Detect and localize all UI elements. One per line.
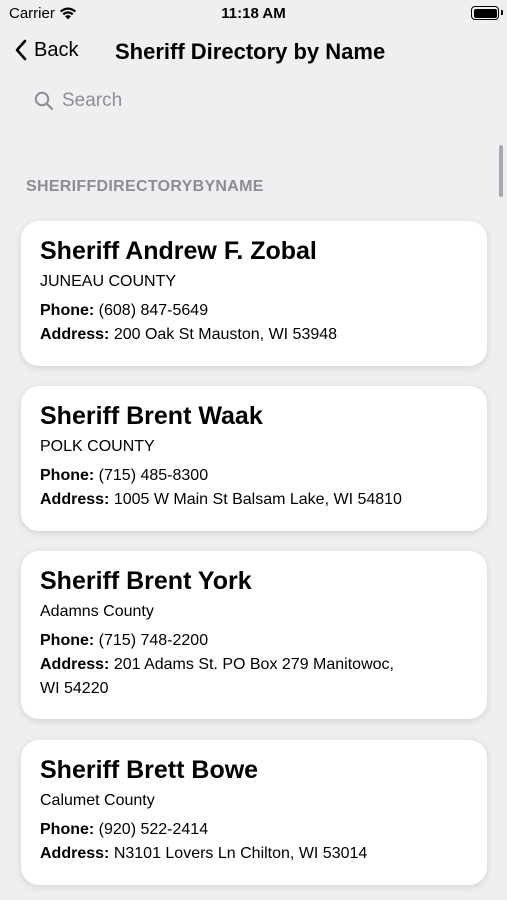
address-value: 200 Oak St Mauston, WI 53948: [113, 326, 338, 343]
address-line: Address: 200 Oak St Mauston, WI 53948: [40, 323, 468, 347]
county-name: Adamns County: [40, 603, 154, 620]
sheriff-card[interactable]: Sheriff Brett Bowe Calumet County Phone:…: [21, 740, 487, 885]
address-line: Address: 201 Adams St. PO Box 279 Manito…: [40, 653, 468, 677]
phone-label: Phone:: [40, 821, 95, 838]
navigation-bar: Back Sheriff Directory by Name: [0, 36, 507, 70]
address-value: N3101 Lovers Ln Chilton, WI 53014: [113, 845, 368, 862]
sheriff-name: Sheriff Andrew F. Zobal: [40, 237, 317, 265]
battery-tip: [501, 10, 503, 15]
sheriff-name: Sheriff Brent Waak: [40, 402, 263, 430]
phone-label: Phone:: [40, 302, 95, 319]
page-title: Sheriff Directory by Name: [115, 39, 386, 64]
county-name: POLK COUNTY: [40, 438, 155, 455]
phone-label: Phone:: [40, 632, 95, 649]
clock: 11:18 AM: [221, 5, 286, 22]
scrollbar[interactable]: [499, 145, 503, 197]
address-line: Address: 1005 W Main St Balsam Lake, WI …: [40, 488, 468, 512]
phone-line: Phone: (608) 847-5649: [40, 299, 468, 323]
address-label: Address:: [40, 326, 110, 343]
sheriff-card[interactable]: Sheriff Brent Waak POLK COUNTY Phone: (7…: [21, 386, 487, 531]
phone-value: (920) 522-2414: [98, 821, 209, 838]
search-placeholder: Search: [62, 90, 123, 111]
address-label: Address:: [40, 845, 110, 862]
section-header: SHERIFFDIRECTORYBYNAME: [26, 178, 264, 195]
phone-value: (608) 847-5649: [98, 302, 209, 319]
address-value-line2: WI 54220: [40, 680, 109, 697]
address-line: Address: N3101 Lovers Ln Chilton, WI 530…: [40, 842, 468, 866]
county-name: Calumet County: [40, 792, 155, 809]
address-label: Address:: [40, 491, 110, 508]
sheriff-card[interactable]: Sheriff Brent York Adamns County Phone: …: [21, 551, 487, 719]
battery-icon: [471, 6, 499, 20]
phone-value: (715) 748-2200: [98, 632, 209, 649]
phone-line: Phone: (715) 485-8300: [40, 464, 468, 488]
back-button[interactable]: Back: [14, 38, 78, 62]
back-label: Back: [34, 38, 79, 61]
phone-label: Phone:: [40, 467, 95, 484]
sheriff-name: Sheriff Brent York: [40, 567, 252, 595]
phone-line: Phone: (715) 748-2200: [40, 629, 468, 653]
status-bar: Carrier 11:18 AM: [0, 0, 507, 28]
search-field[interactable]: Search: [34, 90, 122, 112]
address-label: Address:: [40, 656, 110, 673]
phone-line: Phone: (920) 522-2414: [40, 818, 468, 842]
sheriff-card[interactable]: Sheriff Andrew F. Zobal JUNEAU COUNTY Ph…: [21, 221, 487, 366]
county-name: JUNEAU COUNTY: [40, 273, 177, 290]
address-value-line1: 201 Adams St. PO Box 279 Manitowoc,: [113, 656, 394, 673]
chevron-left-icon: [15, 39, 27, 61]
search-icon: [34, 91, 54, 111]
phone-value: (715) 485-8300: [98, 467, 209, 484]
sheriff-name: Sheriff Brett Bowe: [40, 756, 259, 784]
address-value: 1005 W Main St Balsam Lake, WI 54810: [113, 491, 402, 508]
